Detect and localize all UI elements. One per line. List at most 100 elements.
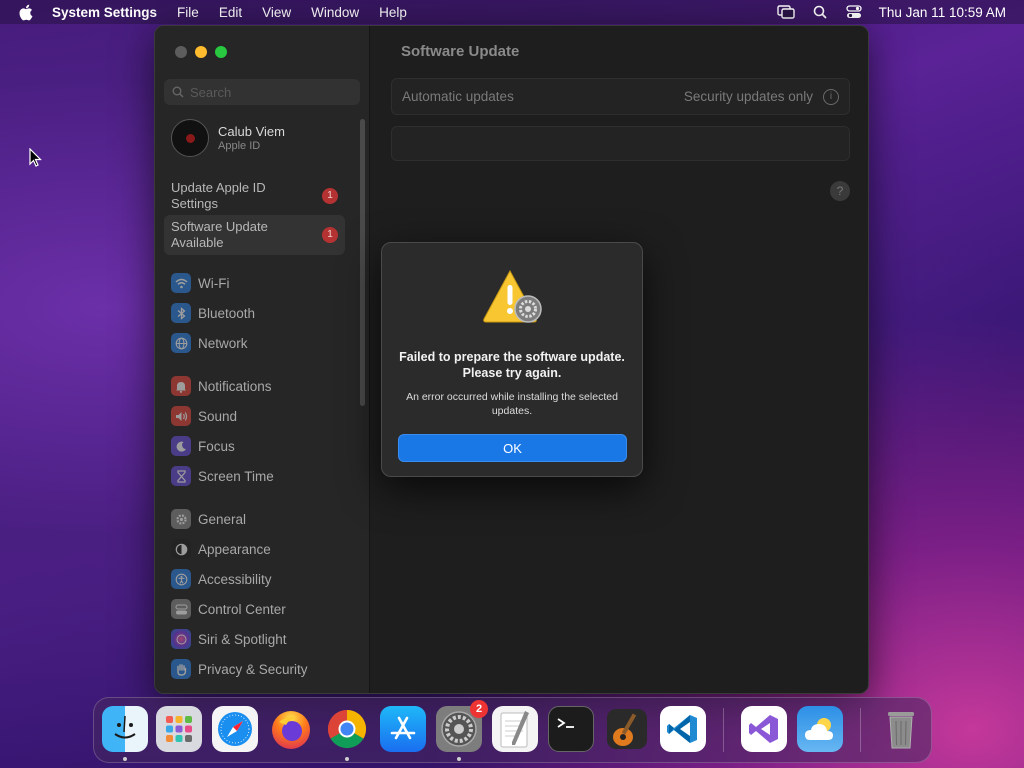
dock-system-settings[interactable]: 2 — [436, 700, 488, 752]
help-button[interactable]: ? — [830, 181, 850, 201]
dock-separator — [723, 708, 724, 752]
dock: 2 — [93, 697, 932, 763]
dock-terminal[interactable] — [548, 706, 594, 752]
dock-launchpad[interactable] — [156, 706, 202, 752]
automatic-updates-value: Security updates only — [683, 89, 813, 104]
search-input[interactable]: Search — [164, 79, 360, 105]
dock-chrome[interactable] — [324, 706, 370, 752]
sidebar-item-label: Wi-Fi — [198, 275, 230, 291]
sidebar-item-siri-spotlight[interactable]: Siri & Spotlight — [171, 628, 287, 650]
dock-textedit[interactable] — [492, 706, 538, 752]
speaker-icon — [171, 406, 191, 426]
sidebar-item-label: General — [198, 511, 247, 527]
sidebar-item-bluetooth[interactable]: Bluetooth — [171, 302, 255, 324]
profile-subtitle: Apple ID — [218, 140, 261, 152]
zoom-window-button[interactable] — [215, 46, 227, 58]
weather-icon — [805, 718, 833, 740]
running-indicator — [457, 757, 461, 761]
sidebar-item-sound[interactable]: Sound — [171, 405, 237, 427]
firefox-icon — [272, 711, 310, 749]
spotlight-search-icon[interactable] — [811, 4, 829, 20]
search-icon — [172, 86, 184, 98]
wifi-icon — [171, 273, 191, 293]
sidebar: Search Calub Viem Apple ID Update Apple … — [155, 26, 370, 693]
error-alert-dialog: Failed to prepare the software update. P… — [381, 242, 643, 477]
control-center-icon — [171, 599, 191, 619]
hand-icon — [171, 659, 191, 679]
notice-label: Update Apple ID Settings — [171, 180, 266, 211]
vscode-icon — [667, 715, 697, 743]
visual-studio-icon — [749, 715, 778, 743]
appearance-icon — [171, 539, 191, 559]
sidebar-item-label: Appearance — [198, 541, 271, 557]
dock-trash[interactable] — [878, 706, 924, 752]
apple-id-profile[interactable]: Calub Viem Apple ID — [171, 119, 285, 157]
sidebar-item-label: Accessibility — [198, 571, 272, 587]
ok-button[interactable]: OK — [398, 434, 627, 462]
sidebar-item-software-update-available[interactable]: Software Update Available 1 — [164, 215, 345, 255]
sidebar-item-wifi[interactable]: Wi-Fi — [171, 272, 229, 294]
notification-badge: 1 — [322, 227, 338, 243]
sidebar-item-focus[interactable]: Focus — [171, 435, 235, 457]
sidebar-item-screen-time[interactable]: Screen Time — [171, 465, 274, 487]
sidebar-item-label: Focus — [198, 438, 235, 454]
help-menu[interactable]: Help — [379, 5, 407, 20]
launchpad-icon — [166, 716, 192, 742]
sidebar-item-update-apple-id[interactable]: Update Apple ID Settings 1 — [164, 176, 345, 216]
notification-badge: 1 — [322, 188, 338, 204]
notification-badge: 2 — [470, 700, 488, 718]
safari-icon — [218, 712, 252, 746]
file-menu[interactable]: File — [177, 5, 199, 20]
minimize-window-button[interactable] — [195, 46, 207, 58]
sidebar-item-general[interactable]: General — [171, 508, 246, 530]
screen-mirroring-icon[interactable] — [776, 4, 795, 20]
profile-name: Calub Viem — [218, 124, 285, 139]
info-icon[interactable]: i — [823, 88, 839, 105]
sidebar-item-label: Notifications — [198, 378, 272, 394]
sidebar-item-control-center[interactable]: Control Center — [171, 598, 286, 620]
sidebar-item-network[interactable]: Network — [171, 332, 248, 354]
sidebar-item-label: Privacy & Security — [198, 661, 308, 677]
dock-vscode[interactable] — [660, 706, 706, 752]
sidebar-scrollbar[interactable] — [360, 119, 365, 406]
automatic-updates-label: Automatic updates — [402, 89, 514, 104]
dock-safari[interactable] — [212, 706, 258, 752]
view-menu[interactable]: View — [262, 5, 291, 20]
window-menu[interactable]: Window — [311, 5, 359, 20]
close-window-button[interactable] — [175, 46, 187, 58]
control-center-icon[interactable] — [845, 4, 863, 20]
dock-firefox[interactable] — [268, 706, 314, 752]
app-store-icon — [390, 716, 416, 740]
notice-label: Software Update Available — [171, 219, 268, 250]
dock-garageband[interactable] — [604, 706, 650, 752]
edit-menu[interactable]: Edit — [219, 5, 242, 20]
page-title: Software Update — [401, 43, 520, 60]
sidebar-item-label: Screen Time — [198, 468, 274, 484]
apple-menu-icon[interactable] — [18, 4, 36, 21]
siri-icon — [171, 629, 191, 649]
update-status-row — [391, 126, 850, 161]
dock-visual-studio[interactable] — [741, 706, 787, 752]
window-controls — [175, 46, 227, 58]
moon-icon — [171, 436, 191, 456]
running-indicator — [345, 757, 349, 761]
avatar — [171, 119, 209, 157]
dock-separator — [860, 708, 861, 752]
textedit-icon — [500, 711, 529, 748]
menubar-clock[interactable]: Thu Jan 11 10:59 AM — [879, 5, 1006, 20]
hourglass-icon — [171, 466, 191, 486]
bell-icon — [171, 376, 191, 396]
app-name-menu[interactable]: System Settings — [52, 5, 157, 20]
sidebar-item-notifications[interactable]: Notifications — [171, 375, 272, 397]
dock-finder[interactable] — [102, 706, 148, 752]
sidebar-item-appearance[interactable]: Appearance — [171, 538, 271, 560]
sidebar-item-label: Siri & Spotlight — [198, 631, 287, 647]
trash-icon — [888, 712, 914, 749]
sidebar-item-accessibility[interactable]: Accessibility — [171, 568, 272, 590]
dock-app-store[interactable] — [380, 706, 426, 752]
globe-icon — [171, 333, 191, 353]
dock-weather[interactable] — [797, 706, 843, 752]
accessibility-icon — [171, 569, 191, 589]
automatic-updates-row[interactable]: Automatic updates Security updates only … — [391, 78, 850, 115]
sidebar-item-privacy-security[interactable]: Privacy & Security — [171, 658, 308, 680]
